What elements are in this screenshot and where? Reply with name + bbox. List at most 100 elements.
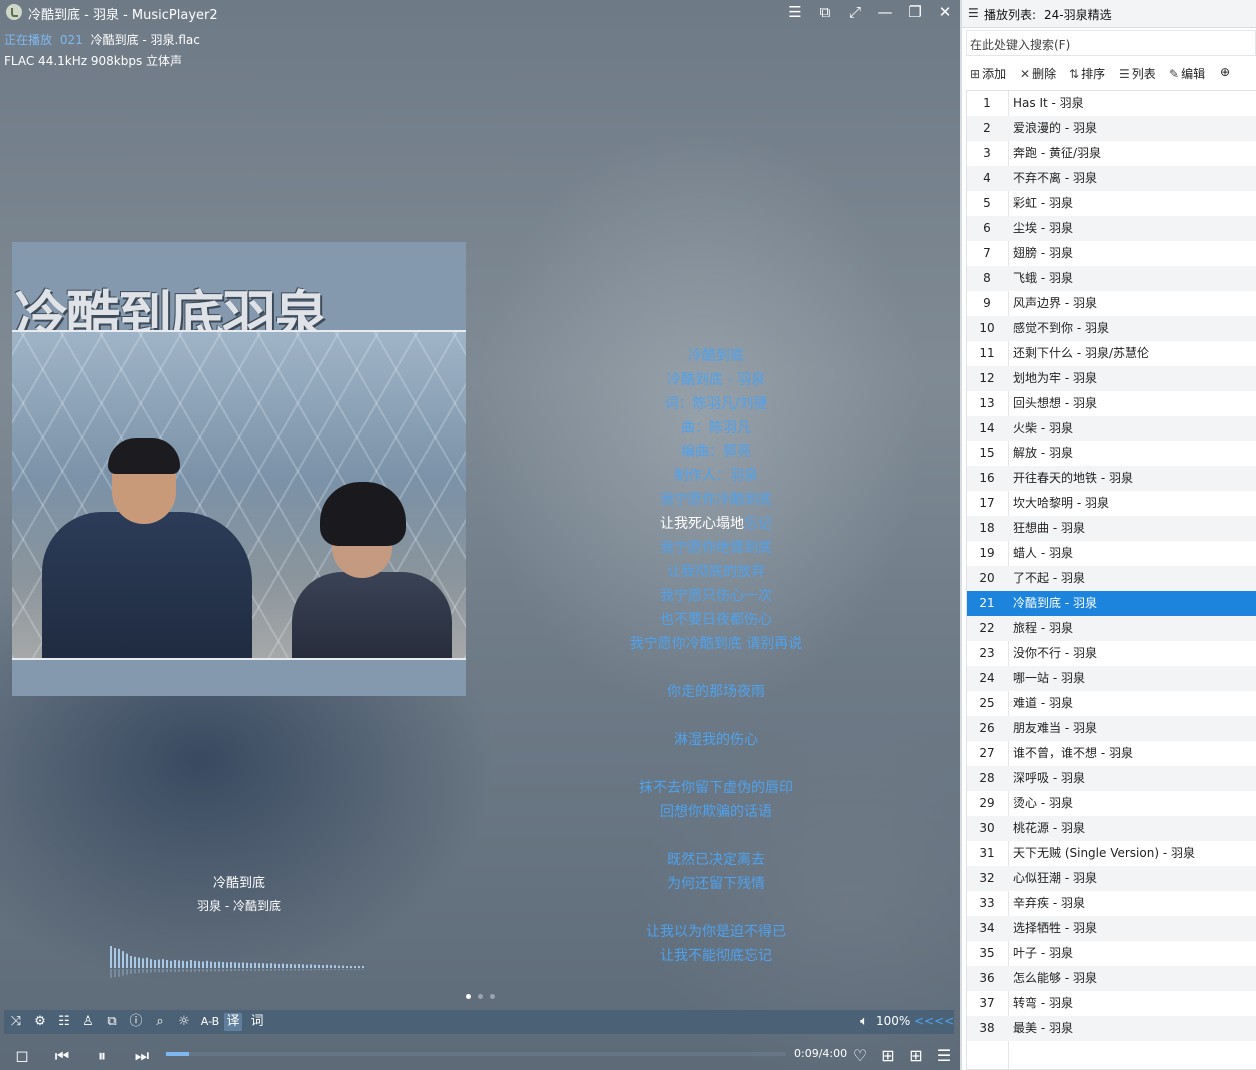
row-title: 谁不曾，谁不想 - 羽泉 (1013, 746, 1133, 760)
add-to-playlist-icon[interactable]: ⊞ (878, 1046, 898, 1066)
page-dot[interactable] (490, 994, 495, 999)
playlist-row[interactable]: 11 还剩下什么 - 羽泉/苏慧伦 (967, 341, 1256, 366)
playback-speed[interactable]: <<<< (914, 1014, 954, 1028)
ab-repeat-button[interactable]: A-B (198, 1013, 222, 1031)
volume-icon[interactable]: 🔈︎ (856, 1013, 872, 1031)
edit-button[interactable]: ✎ 编辑 (1169, 65, 1205, 82)
playlist-toggle-icon[interactable]: ☰ (934, 1046, 954, 1066)
playlist-search-input[interactable]: 在此处键入搜索(F) (966, 30, 1256, 56)
playlist-row[interactable]: 15 解放 - 羽泉 (967, 441, 1256, 466)
function-toolbar: ⤨ ⚙ ☷ ♙ ⧉ ⓘ ⌕ ☼ A-B 译 词 🔈︎ 100% <<<< (4, 1010, 954, 1034)
album-cover[interactable]: 冷酷到底羽泉 (12, 242, 466, 696)
volume-level[interactable]: 100% (876, 1014, 910, 1028)
playlist-row[interactable]: 10 感觉不到你 - 羽泉 (967, 316, 1256, 341)
playlist-row[interactable]: 3 奔跑 - 黄征/羽泉 (967, 141, 1256, 166)
restore-button[interactable]: ❐ (904, 2, 926, 22)
row-number: 31 (979, 846, 995, 860)
lyrics-panel: 冷酷到底 冷酷到底 - 羽泉 词：陈羽凡/刘捷 曲：陈羽凡 编曲：郭亮 制作人：羽泉 我宁愿… (520, 344, 912, 968)
playlist-row[interactable]: 8 飞蛾 - 羽泉 (967, 266, 1256, 291)
progress-bar[interactable] (166, 1052, 786, 1056)
info-icon[interactable]: ⓘ (128, 1013, 144, 1031)
playlist-row[interactable]: 5 彩虹 - 羽泉 (967, 191, 1256, 216)
playlist-row[interactable]: 29 烫心 - 羽泉 (967, 791, 1256, 816)
playlist-row[interactable]: 35 叶子 - 羽泉 (967, 941, 1256, 966)
page-dot-active[interactable] (466, 994, 471, 999)
next-button[interactable]: ⏭︎ (132, 1046, 152, 1066)
playlist-row[interactable]: 18 狂想曲 - 羽泉 (967, 516, 1256, 541)
spectrum-reflection (174, 969, 176, 973)
favorite-icon[interactable]: ♡ (850, 1046, 870, 1066)
playlist-row[interactable]: 2 爱浪漫的 - 羽泉 (967, 116, 1256, 141)
brightness-icon[interactable]: ☼ (176, 1013, 192, 1031)
playlist-row[interactable]: 17 坎大哈黎明 - 羽泉 (967, 491, 1256, 516)
playlist-row[interactable]: 12 划地为牢 - 羽泉 (967, 366, 1256, 391)
row-number: 5 (983, 196, 991, 210)
lyric-line: 编曲：郭亮 (681, 444, 751, 460)
playlist-row[interactable]: 1 Has It - 羽泉 (967, 91, 1256, 116)
playlist-row[interactable]: 36 怎么能够 - 羽泉 (967, 966, 1256, 991)
locate-icon[interactable]: ⊕ (1220, 65, 1230, 79)
playlist-row[interactable]: 34 选择牺牲 - 羽泉 (967, 916, 1256, 941)
playlist-row[interactable]: 30 桃花源 - 羽泉 (967, 816, 1256, 841)
delete-button[interactable]: ✕ 删除 (1020, 65, 1056, 82)
playlist-row[interactable]: 24 哪一站 - 羽泉 (967, 666, 1256, 691)
playlist-toolbar: ⊞ 添加 ✕ 删除 ⇅ 排序 ☰ 列表 ✎ 编辑 ⊕ (962, 60, 1256, 86)
shuffle-icon[interactable]: ⤨ (8, 1013, 24, 1031)
add-button[interactable]: ⊞ 添加 (970, 65, 1006, 82)
row-number: 23 (979, 646, 995, 660)
skin-icon[interactable]: ♙ (80, 1013, 96, 1031)
spectrum-bar (250, 963, 252, 968)
playlist-row[interactable]: 9 风声边界 - 羽泉 (967, 291, 1256, 316)
spectrum-bar (130, 956, 132, 968)
list-button[interactable]: ☰ 列表 (1119, 65, 1156, 82)
spectrum-reflection (110, 969, 112, 978)
previous-button[interactable]: ⏮︎ (52, 1046, 72, 1066)
playlist-row[interactable]: 37 转弯 - 羽泉 (967, 991, 1256, 1016)
close-button[interactable]: ✕ (934, 2, 956, 22)
spectrum-bar (182, 960, 184, 968)
playlist-row[interactable]: 26 朋友难当 - 羽泉 (967, 716, 1256, 741)
minimize-button[interactable]: — (874, 2, 896, 22)
translate-button[interactable]: 译 (224, 1013, 242, 1031)
mini-mode-button[interactable]: ⧉ (814, 2, 836, 22)
page-dot[interactable] (478, 994, 483, 999)
media-lib-icon[interactable]: ⊞ (906, 1046, 926, 1066)
row-number: 16 (979, 471, 995, 485)
playlist-row[interactable]: 6 尘埃 - 羽泉 (967, 216, 1256, 241)
spectrum-reflection (254, 969, 256, 972)
playlist-name[interactable]: 24-羽泉精选 (1044, 6, 1112, 23)
sort-button[interactable]: ⇅ 排序 (1069, 65, 1105, 82)
playlist-row-selected[interactable]: 21 冷酷到底 - 羽泉 (967, 591, 1256, 616)
lyrics-button[interactable]: 词 (248, 1013, 266, 1031)
playlist-row[interactable]: 28 深呼吸 - 羽泉 (967, 766, 1256, 791)
menu-icon[interactable]: ☰ (784, 2, 806, 22)
equalizer-icon[interactable]: ☷ (56, 1013, 72, 1031)
pause-button[interactable]: ⏸︎ (92, 1046, 112, 1066)
mini-mode-icon[interactable]: ⧉ (104, 1013, 120, 1031)
playlist-row[interactable]: 32 心似狂潮 - 羽泉 (967, 866, 1256, 891)
settings-icon[interactable]: ⚙ (32, 1013, 48, 1031)
playlist-row[interactable]: 14 火柴 - 羽泉 (967, 416, 1256, 441)
playlist-row[interactable]: 25 难道 - 羽泉 (967, 691, 1256, 716)
fullscreen-button[interactable]: ⤢ (844, 2, 866, 22)
playlist-row[interactable]: 33 辛弃疾 - 羽泉 (967, 891, 1256, 916)
spectrum-reflection (178, 969, 180, 973)
playlist-row[interactable]: 19 蜡人 - 羽泉 (967, 541, 1256, 566)
playlist-row[interactable]: 23 没你不行 - 羽泉 (967, 641, 1256, 666)
spectrum-bar (138, 957, 140, 968)
search-icon[interactable]: ⌕ (152, 1013, 168, 1031)
playlist-row[interactable]: 7 翅膀 - 羽泉 (967, 241, 1256, 266)
playlist-row[interactable]: 20 了不起 - 羽泉 (967, 566, 1256, 591)
row-title: 天下无贼 (Single Version) - 羽泉 (1013, 846, 1195, 860)
playlist-row[interactable]: 13 回头想想 - 羽泉 (967, 391, 1256, 416)
spectrum-bar (318, 964, 320, 968)
stop-button[interactable]: ◻ (12, 1046, 32, 1066)
playlist-row[interactable]: 27 谁不曾，谁不想 - 羽泉 (967, 741, 1256, 766)
playlist-row[interactable]: 31 天下无贼 (Single Version) - 羽泉 (967, 841, 1256, 866)
playlist-row[interactable]: 38 最美 - 羽泉 (967, 1016, 1256, 1041)
spectrum-bar (210, 961, 212, 968)
playlist-row[interactable]: 22 旅程 - 羽泉 (967, 616, 1256, 641)
playlist-row[interactable]: 16 开往春天的地铁 - 羽泉 (967, 466, 1256, 491)
playlist-row[interactable]: 4 不弃不离 - 羽泉 (967, 166, 1256, 191)
spectrum-reflection (294, 969, 296, 971)
